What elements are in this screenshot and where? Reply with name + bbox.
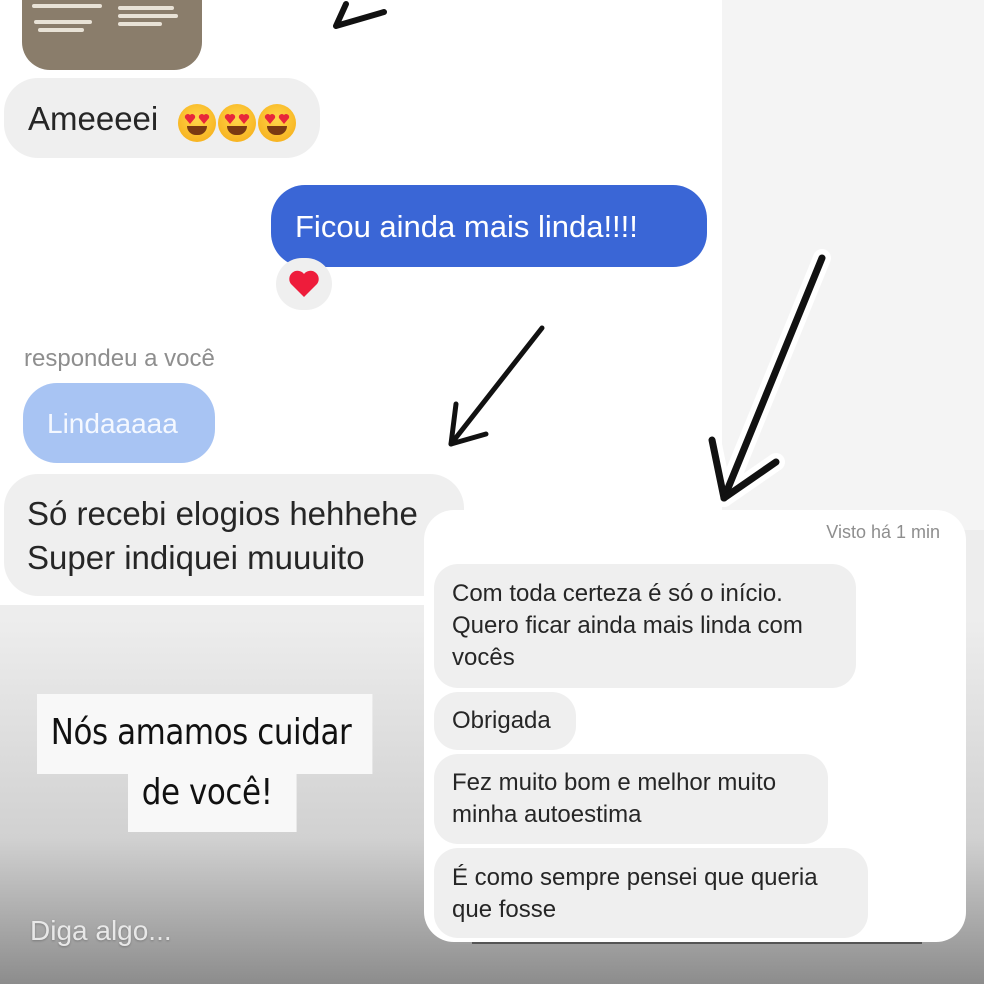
arrow-top-icon (333, 1, 387, 29)
arrow-annotations (333, 1, 831, 507)
story-reply-input[interactable]: Diga algo... (30, 915, 172, 947)
arrow-middle-icon (448, 325, 545, 447)
